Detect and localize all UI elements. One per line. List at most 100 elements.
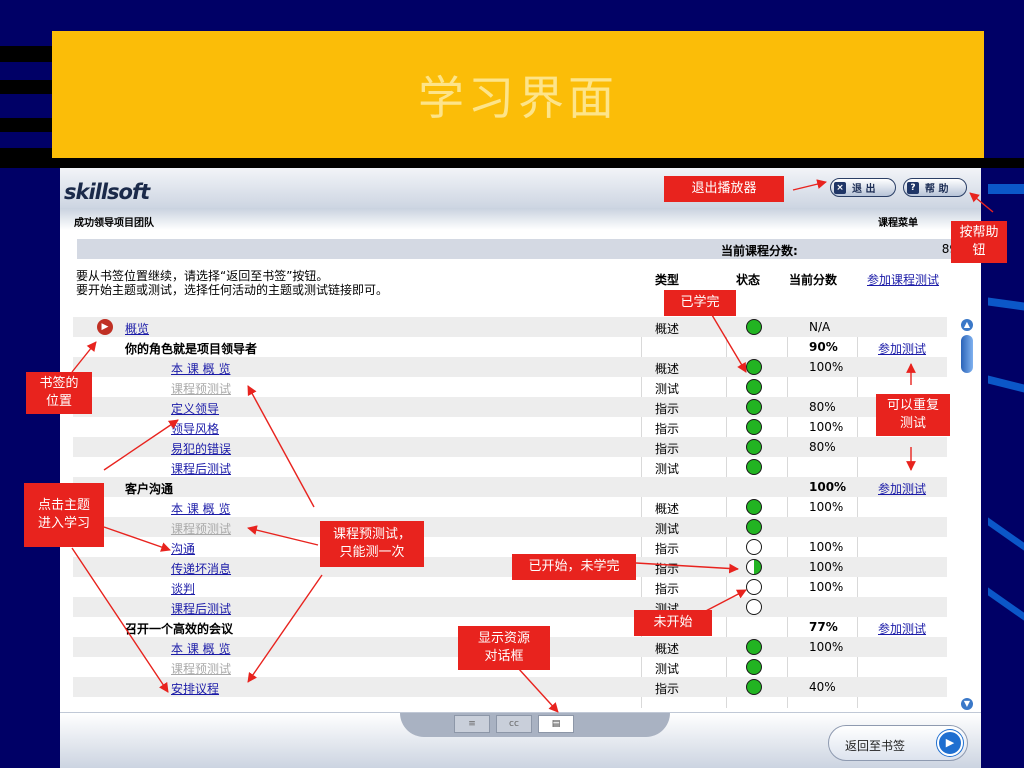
topic-link[interactable]: 课程后测试	[171, 460, 231, 477]
resource-icon[interactable]: ▤	[538, 715, 574, 733]
topic-link[interactable]: 本 课 概 览	[171, 500, 230, 517]
status-not-started-icon	[746, 579, 762, 595]
callout-bookmark: 书签的位置	[26, 372, 92, 414]
callout-not-started: 未开始	[634, 610, 712, 636]
status-in-progress-icon	[746, 559, 762, 575]
decor-bar	[0, 158, 1024, 168]
decor-stripe	[988, 184, 1024, 194]
help-icon: ?	[907, 181, 919, 194]
column-header-status: 状态	[736, 273, 761, 287]
status-complete-icon	[746, 659, 762, 675]
overview-link[interactable]: 概览	[125, 320, 149, 337]
status-complete-icon	[746, 459, 762, 475]
course-test-link[interactable]: 参加课程测试	[867, 271, 939, 288]
table-row: 课程预测试 测试	[73, 377, 947, 397]
callout-click-topic: 点击主题进入学习	[24, 483, 104, 547]
topic-link[interactable]: 领导风格	[171, 420, 219, 437]
text-icon[interactable]: ≡	[454, 715, 490, 733]
table-row: 课程后测试 测试	[73, 597, 947, 617]
course-title: 成功领导项目团队	[74, 218, 154, 229]
scroll-down-button[interactable]: ▼	[961, 698, 973, 710]
row-score: 100%	[809, 360, 844, 374]
row-score: N/A	[809, 320, 831, 334]
instructions: 要从书签位置继续，请选择“返回至书签”按钮。 要开始主题或测试，选择任何活动的主…	[76, 269, 388, 297]
scrollbar-thumb[interactable]	[961, 335, 973, 373]
footer-tab-tray: ≡ cc ▤	[400, 713, 670, 737]
row-type: 测试	[655, 662, 680, 676]
help-button[interactable]: ? 帮 助	[903, 178, 967, 197]
row-score: 100%	[809, 640, 844, 654]
table-row: 课程后测试 测试	[73, 457, 947, 477]
instruction-line: 要从书签位置继续，请选择“返回至书签”按钮。	[76, 269, 329, 283]
row-type: 测试	[655, 462, 680, 476]
topic-link[interactable]: 易犯的错误	[171, 440, 231, 457]
row-score: 100%	[809, 420, 844, 434]
callout-retest: 可以重复测试	[876, 394, 950, 436]
course-title-bar: 成功领导项目团队 课程菜单	[60, 208, 981, 230]
play-icon: ▶	[937, 730, 963, 756]
row-type: 指示	[655, 542, 680, 556]
module-title: 你的角色就是项目领导者	[125, 342, 258, 356]
topic-link[interactable]: 课程后测试	[171, 600, 231, 617]
close-icon: ×	[834, 181, 846, 194]
row-score: 100%	[809, 560, 844, 574]
topic-link[interactable]: 本 课 概 览	[171, 360, 230, 377]
topic-link[interactable]: 沟通	[171, 540, 195, 557]
cc-icon[interactable]: cc	[496, 715, 532, 733]
callout-resources: 显示资源对话框	[458, 626, 550, 670]
table-row: 定义领导 指示 80%	[73, 397, 947, 417]
take-test-link[interactable]: 参加测试	[878, 480, 926, 497]
status-not-started-icon	[746, 539, 762, 555]
decor-bar	[0, 46, 52, 62]
module-row: 你的角色就是项目领导者 90% 参加测试	[73, 337, 947, 357]
row-score: 80%	[809, 440, 836, 454]
topic-link[interactable]: 谈判	[171, 580, 195, 597]
row-type: 测试	[655, 522, 680, 536]
back-to-bookmark-button[interactable]: 返回至书签 ▶	[828, 725, 968, 761]
topic-link[interactable]: 安排议程	[171, 680, 219, 697]
table-row: 领导风格 指示 100%	[73, 417, 947, 437]
decor-stripe	[988, 587, 1024, 621]
decor-bar	[0, 80, 52, 94]
status-complete-icon	[746, 419, 762, 435]
take-test-link[interactable]: 参加测试	[878, 620, 926, 637]
decor-stripe	[988, 297, 1024, 311]
row-score: 100%	[809, 580, 844, 594]
table-row: 课程预测试 测试	[73, 517, 947, 537]
column-header-score: 当前分数	[789, 273, 838, 287]
take-test-link[interactable]: 参加测试	[878, 340, 926, 357]
callout-help-button: 按帮助钮	[951, 221, 1007, 263]
exit-button[interactable]: × 退 出	[830, 178, 896, 197]
callout-pretest: 课程预测试，只能测一次	[320, 521, 424, 567]
module-row: 客户沟通 100% 参加测试	[73, 477, 947, 497]
status-complete-icon	[746, 319, 762, 335]
table-row: ▶ 概览 概述 N/A	[73, 317, 947, 337]
row-type: 概述	[655, 362, 680, 376]
row-score: 100%	[809, 540, 844, 554]
row-type: 指示	[655, 582, 680, 596]
player-footer: ≡ cc ▤ 返回至书签 ▶	[60, 712, 981, 768]
decor-bar	[0, 118, 52, 132]
course-menu-tab[interactable]: 课程菜单	[878, 214, 918, 229]
column-header-type: 类型	[655, 273, 680, 287]
status-complete-icon	[746, 639, 762, 655]
topic-link[interactable]: 定义领导	[171, 400, 219, 417]
status-complete-icon	[746, 399, 762, 415]
row-type: 概述	[655, 642, 680, 656]
title-banner: 学习界面	[52, 31, 984, 158]
topic-link[interactable]: 本 课 概 览	[171, 640, 230, 657]
table-row: 安排议程 指示 40%	[73, 677, 947, 697]
status-not-started-icon	[746, 599, 762, 615]
scroll-up-button[interactable]: ▲	[961, 319, 973, 331]
exit-button-label: 退 出	[852, 184, 876, 195]
slide-title: 学习界面	[418, 70, 618, 125]
bookmark-arrow-icon: ▶	[97, 319, 113, 335]
pretest-link-disabled: 课程预测试	[171, 382, 232, 396]
score-bar: 当前课程分数: 89	[77, 239, 957, 259]
row-type: 指示	[655, 422, 680, 436]
table-row: 传递坏消息 指示 100%	[73, 557, 947, 577]
topic-link[interactable]: 传递坏消息	[171, 560, 231, 577]
module-title: 召开一个高效的会议	[125, 622, 234, 636]
module-title: 客户沟通	[125, 482, 174, 496]
row-type: 指示	[655, 682, 680, 696]
